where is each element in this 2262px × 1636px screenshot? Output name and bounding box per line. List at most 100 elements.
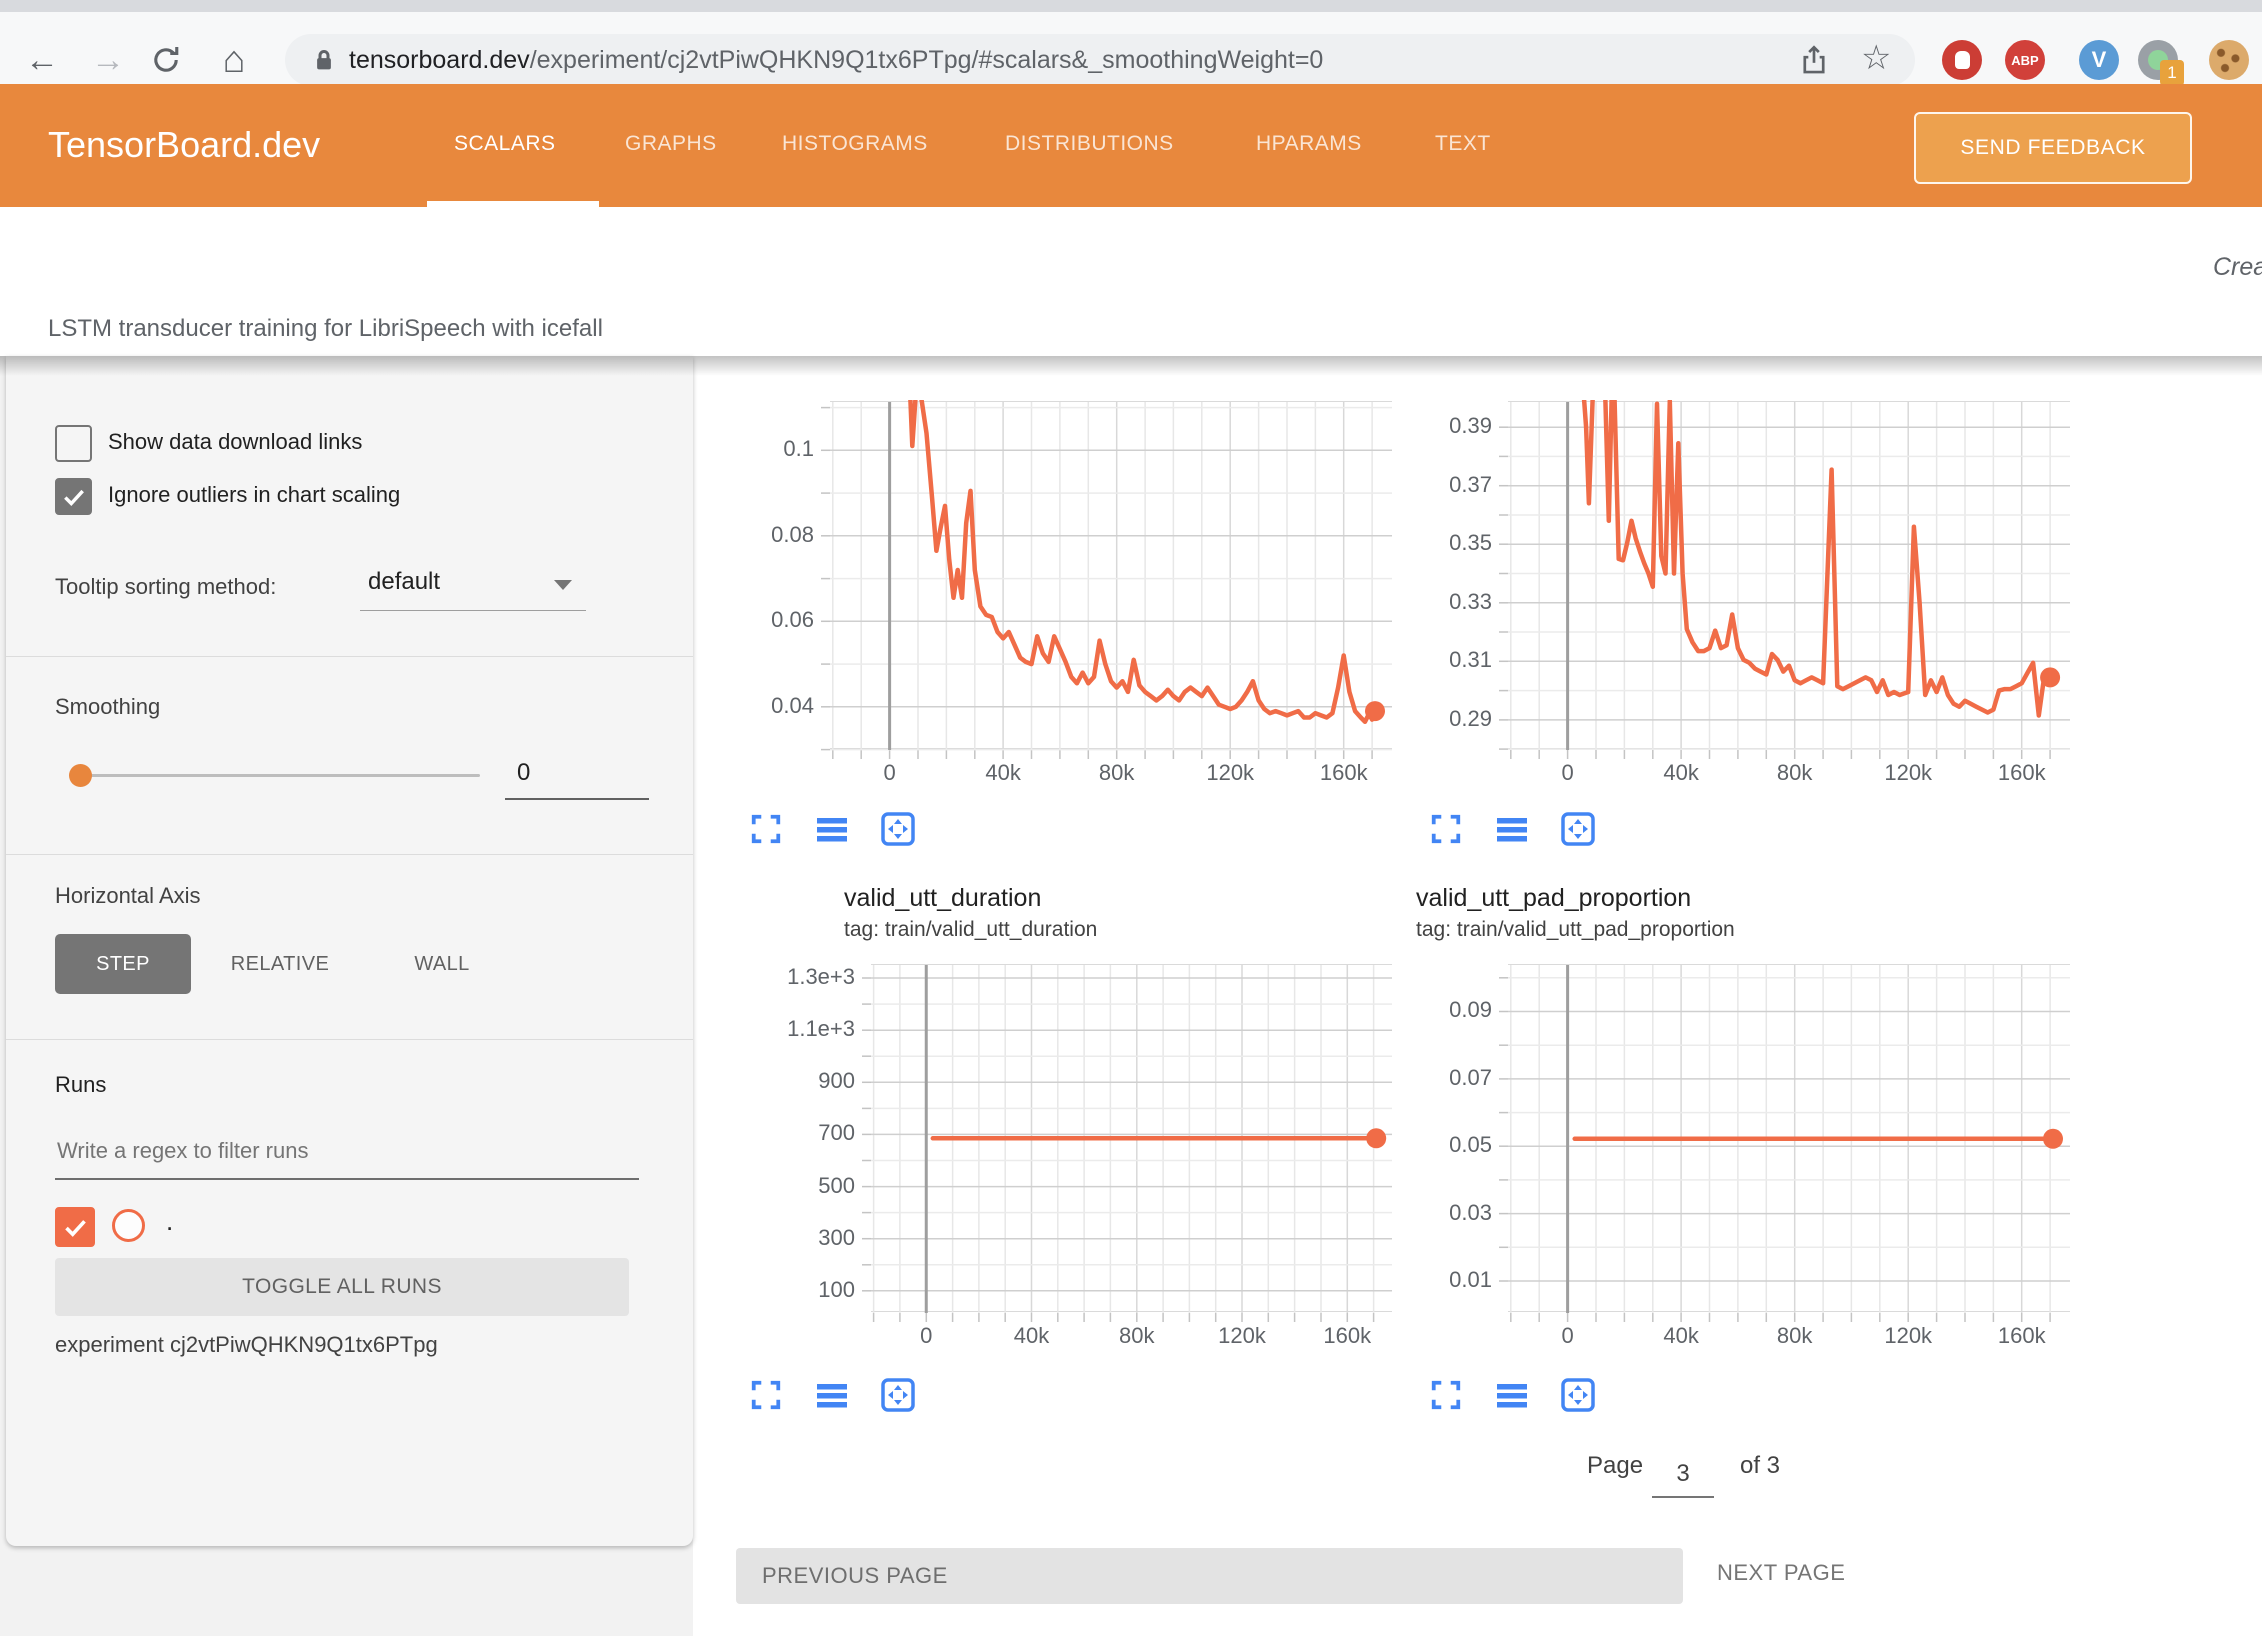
y-tick-label: 0.35 xyxy=(1380,530,1492,556)
experiment-description: LSTM transducer training for LibriSpeech… xyxy=(48,315,603,343)
show-download-links-label: Show data download links xyxy=(108,429,362,455)
tab-scalars[interactable]: SCALARS xyxy=(454,132,556,156)
x-tick-label: 0 xyxy=(876,1323,976,1349)
y-tick-label: 0.08 xyxy=(702,522,814,548)
previous-page-button[interactable]: PREVIOUS PAGE xyxy=(736,1548,1683,1604)
scalar-chart-plot[interactable]: 0.10.080.060.04040k80k120k160k xyxy=(830,401,1392,749)
chart-tag: tag: train/valid_utt_pad_proportion xyxy=(1416,918,1735,942)
experiment-info-bar: Crea LSTM transducer training for LibriS… xyxy=(0,207,2262,356)
tab-histograms[interactable]: HISTOGRAMS xyxy=(782,132,928,156)
smoothing-value-input[interactable] xyxy=(505,748,649,800)
show-download-links-checkbox[interactable] xyxy=(55,425,92,462)
cookie-extension-icon[interactable] xyxy=(2209,40,2249,80)
fit-domain-icon[interactable] xyxy=(879,810,917,848)
url-domain: tensorboard.dev xyxy=(349,46,530,74)
run-color-swatch[interactable] xyxy=(112,1209,145,1242)
ignore-outliers-label: Ignore outliers in chart scaling xyxy=(108,482,400,508)
data-table-icon[interactable] xyxy=(813,1376,851,1414)
bookmark-star-icon[interactable]: ☆ xyxy=(1861,38,1891,78)
x-tick-label: 160k xyxy=(1294,760,1394,786)
expand-chart-icon[interactable] xyxy=(1427,1376,1465,1414)
y-tick-label: 0.07 xyxy=(1380,1065,1492,1091)
send-feedback-button[interactable]: SEND FEEDBACK xyxy=(1914,112,2192,184)
abp-extension-icon[interactable]: ABP xyxy=(2005,40,2045,80)
expand-chart-icon[interactable] xyxy=(747,1376,785,1414)
x-tick-label: 0 xyxy=(1518,1323,1618,1349)
x-tick-label: 160k xyxy=(1972,760,2072,786)
data-table-icon[interactable] xyxy=(1493,1376,1531,1414)
tab-graphs[interactable]: GRAPHS xyxy=(625,132,717,156)
forward-icon[interactable]: → xyxy=(84,36,132,84)
share-icon[interactable] xyxy=(1797,43,1831,82)
chart-title: valid_utt_pad_proportion xyxy=(1416,884,1691,913)
v-extension-icon[interactable]: V xyxy=(2079,40,2119,80)
x-tick-label: 120k xyxy=(1180,760,1280,786)
y-tick-label: 300 xyxy=(743,1225,855,1251)
chart-actions xyxy=(747,1376,917,1414)
fit-domain-icon[interactable] xyxy=(879,1376,917,1414)
tab-distributions[interactable]: DISTRIBUTIONS xyxy=(1005,132,1174,156)
toggle-all-runs-button[interactable]: TOGGLE ALL RUNS xyxy=(55,1258,629,1316)
tab-hparams[interactable]: HPARAMS xyxy=(1256,132,1362,156)
y-tick-label: 0.1 xyxy=(702,436,814,462)
y-tick-label: 1.1e+3 xyxy=(743,1016,855,1042)
x-tick-label: 120k xyxy=(1858,1323,1958,1349)
x-tick-label: 80k xyxy=(1745,1323,1845,1349)
stop-hand-extension-icon[interactable] xyxy=(1942,40,1982,80)
scalar-chart-plot[interactable]: 1.3e+31.1e+3900700500300100040k80k120k16… xyxy=(871,964,1392,1312)
smoothing-slider-thumb[interactable] xyxy=(69,764,92,787)
browser-toolbar: ← → ⌂ tensorboard.dev/experiment/cj2vtPi… xyxy=(0,12,2262,84)
runs-label: Runs xyxy=(55,1072,106,1098)
chevron-down-icon xyxy=(554,580,572,590)
data-table-icon[interactable] xyxy=(813,810,851,848)
expand-chart-icon[interactable] xyxy=(1427,810,1465,848)
x-tick-label: 120k xyxy=(1192,1323,1292,1349)
app-header: TensorBoard.dev SCALARS GRAPHS HISTOGRAM… xyxy=(0,84,2262,207)
lock-icon xyxy=(309,45,339,80)
axis-relative-button[interactable]: RELATIVE xyxy=(218,934,342,994)
expand-chart-icon[interactable] xyxy=(747,810,785,848)
x-tick-label: 40k xyxy=(1631,1323,1731,1349)
page-number-input[interactable] xyxy=(1652,1452,1714,1498)
run-checkbox[interactable] xyxy=(55,1207,95,1247)
reload-icon[interactable] xyxy=(142,36,190,84)
y-tick-label: 0.03 xyxy=(1380,1200,1492,1226)
x-tick-label: 160k xyxy=(1972,1323,2072,1349)
axis-wall-button[interactable]: WALL xyxy=(392,934,492,994)
scalar-chart-plot[interactable]: 0.390.370.350.330.310.29040k80k120k160k xyxy=(1508,401,2070,749)
axis-step-button[interactable]: STEP xyxy=(55,934,191,994)
y-tick-label: 100 xyxy=(743,1277,855,1303)
y-tick-label: 0.09 xyxy=(1380,997,1492,1023)
profile-extension-icon[interactable]: 1 xyxy=(2138,40,2178,80)
y-tick-label: 1.3e+3 xyxy=(743,964,855,990)
address-bar[interactable]: tensorboard.dev/experiment/cj2vtPiwQHKN9… xyxy=(285,34,1915,86)
tab-text[interactable]: TEXT xyxy=(1435,132,1491,156)
fit-domain-icon[interactable] xyxy=(1559,1376,1597,1414)
ignore-outliers-checkbox[interactable] xyxy=(55,478,92,515)
home-icon[interactable]: ⌂ xyxy=(210,36,258,84)
x-tick-label: 120k xyxy=(1858,760,1958,786)
divider xyxy=(6,656,693,657)
smoothing-slider-track[interactable] xyxy=(80,774,480,777)
page-label: Page xyxy=(1587,1452,1643,1480)
tooltip-sorting-select[interactable]: default xyxy=(360,562,586,611)
chart-actions xyxy=(1427,810,1597,848)
v-label: V xyxy=(2092,47,2107,73)
runs-regex-input[interactable] xyxy=(55,1124,639,1180)
extension-badge: 1 xyxy=(2160,60,2184,86)
x-tick-label: 40k xyxy=(953,760,1053,786)
url-text: tensorboard.dev/experiment/cj2vtPiwQHKN9… xyxy=(349,46,1323,75)
horizontal-axis-label: Horizontal Axis xyxy=(55,883,201,909)
back-icon[interactable]: ← xyxy=(18,36,66,84)
next-page-button[interactable]: NEXT PAGE xyxy=(1717,1560,1845,1586)
scalar-chart-plot[interactable]: 0.090.070.050.030.01040k80k120k160k xyxy=(1508,964,2070,1312)
y-tick-label: 0.06 xyxy=(702,607,814,633)
chart-title: valid_utt_duration xyxy=(844,884,1041,913)
y-tick-label: 0.01 xyxy=(1380,1267,1492,1293)
data-table-icon[interactable] xyxy=(1493,810,1531,848)
abp-label: ABP xyxy=(2011,53,2038,68)
y-tick-label: 0.05 xyxy=(1380,1132,1492,1158)
page-of-label: of 3 xyxy=(1740,1452,1780,1480)
fit-domain-icon[interactable] xyxy=(1559,810,1597,848)
x-tick-label: 40k xyxy=(1631,760,1731,786)
